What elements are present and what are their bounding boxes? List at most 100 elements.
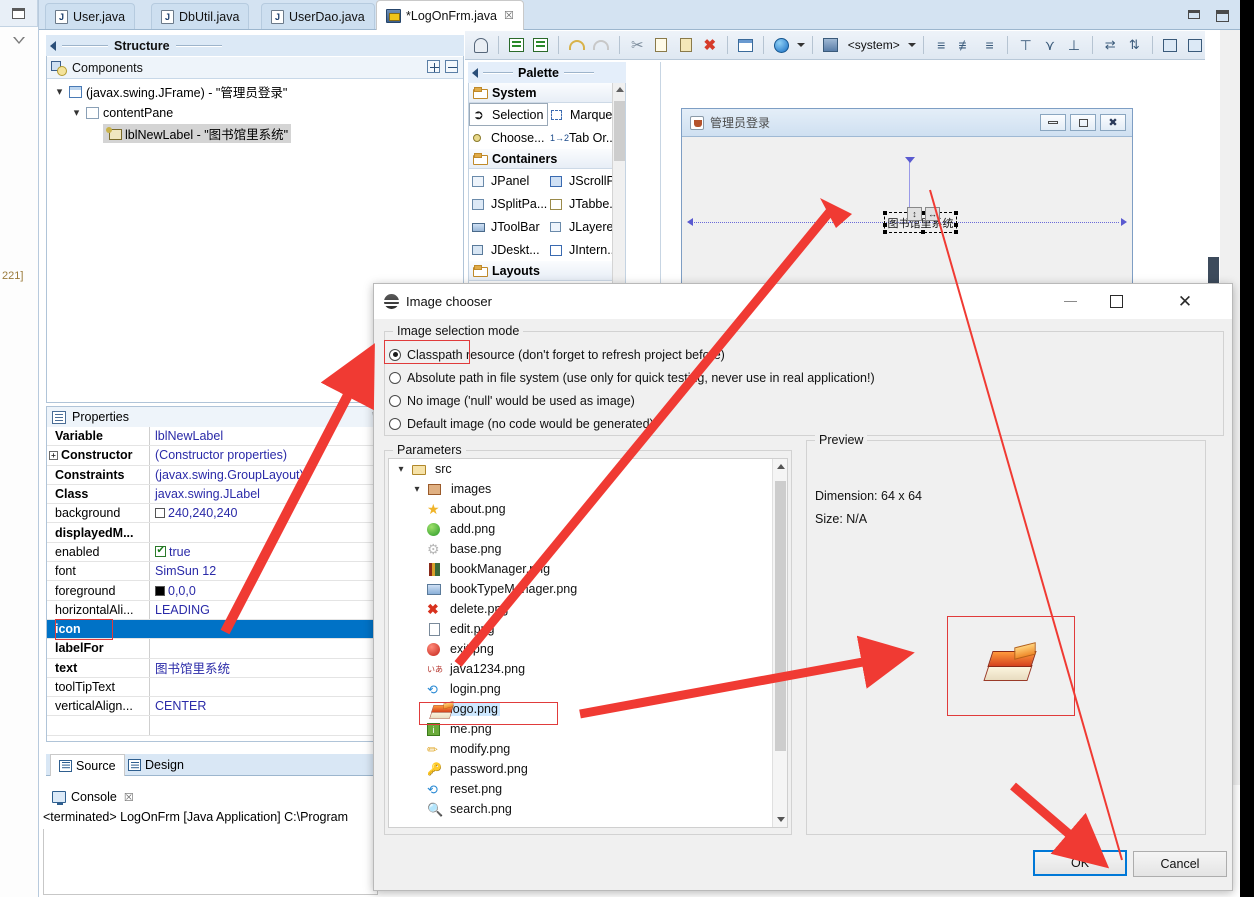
minimize-button[interactable] bbox=[1040, 114, 1066, 131]
copy-button[interactable] bbox=[651, 34, 672, 56]
property-row-labelfor[interactable]: labelFor bbox=[47, 639, 415, 659]
tab-userdao-java[interactable]: J UserDao.java bbox=[261, 3, 375, 30]
property-row-tooltiptext[interactable]: toolTipText bbox=[47, 677, 415, 698]
tree-item-login-png[interactable]: ⟲ login.png bbox=[389, 679, 787, 699]
editor-minimize-icon[interactable] bbox=[1188, 10, 1202, 22]
scroll-up-icon[interactable] bbox=[616, 87, 624, 92]
palette-item-jpanel[interactable]: JPanel bbox=[469, 169, 547, 192]
content-pane-preview[interactable]: 图书馆里系统 ↕ ↔ bbox=[682, 137, 1132, 287]
property-row-verticalalignment[interactable]: verticalAlign... CENTER bbox=[47, 697, 415, 717]
canvas-vertical-scrollbar[interactable] bbox=[1207, 62, 1220, 287]
tree-item-modify-png[interactable]: ✏ modify.png bbox=[389, 739, 787, 759]
redo-button[interactable] bbox=[591, 34, 612, 56]
property-row-foreground[interactable]: foreground 0,0,0 bbox=[47, 581, 415, 601]
tree-item-delete-png[interactable]: ✖ delete.png bbox=[389, 599, 787, 619]
tab-dbutil-java[interactable]: J DbUtil.java bbox=[151, 3, 250, 30]
tree-item-password-png[interactable]: 🔑 password.png bbox=[389, 759, 787, 779]
resize-vertical-hint-icon[interactable]: ↕ bbox=[907, 207, 922, 221]
tab-logonfrm-java[interactable]: *LogOnFrm.java ☒ bbox=[376, 0, 524, 30]
tree-item-search-png[interactable]: 🔍 search.png bbox=[389, 799, 787, 819]
replicate-horizontal-button[interactable] bbox=[1160, 34, 1181, 56]
ok-button[interactable]: OK bbox=[1033, 850, 1127, 876]
property-row-constructor[interactable]: + Constructor (Constructor properties) bbox=[47, 446, 415, 466]
image-file-tree[interactable]: ▾ src ▾ images ★ about.png add.png ⚙ bas… bbox=[388, 458, 788, 828]
property-row-font[interactable]: font SimSun 12 bbox=[47, 562, 415, 582]
refresh-button[interactable] bbox=[530, 34, 551, 56]
tree-item-reset-png[interactable]: ⟲ reset.png bbox=[389, 779, 787, 799]
tab-user-java[interactable]: J User.java bbox=[45, 3, 136, 30]
scrollbar-thumb[interactable] bbox=[1208, 257, 1219, 283]
align-bottom-button[interactable]: ⊥ bbox=[1063, 34, 1084, 56]
tree-item-java1234-png[interactable]: いあ java1234.png bbox=[389, 659, 787, 679]
radio-off-icon[interactable] bbox=[389, 394, 401, 407]
radio-absolute-path[interactable]: Absolute path in file system (use only f… bbox=[389, 366, 1219, 389]
rail-view-tab[interactable] bbox=[0, 0, 38, 27]
resize-horizontal-hint-icon[interactable]: ↔ bbox=[925, 207, 940, 221]
chevron-down-icon[interactable]: ▾ bbox=[395, 464, 407, 475]
tree-item-lblnewlabel[interactable]: lblNewLabel - "图书馆里系统" bbox=[50, 123, 460, 144]
tree-item-src[interactable]: ▾ src bbox=[389, 459, 787, 479]
align-middle-button[interactable]: ⋎ bbox=[1039, 34, 1060, 56]
tree-item-images[interactable]: ▾ images bbox=[389, 479, 787, 499]
collapse-left-icon[interactable] bbox=[50, 40, 56, 51]
align-right-button[interactable]: ≡ bbox=[979, 34, 1000, 56]
scroll-down-icon[interactable] bbox=[776, 817, 785, 822]
palette-item-jdesktoppane[interactable]: JDeskt... bbox=[469, 238, 547, 261]
align-left-button[interactable]: ≡ bbox=[931, 34, 952, 56]
close-icon[interactable]: ☒ bbox=[504, 9, 514, 22]
radio-default-image[interactable]: Default image (no code would be generate… bbox=[389, 412, 1219, 435]
paste-button[interactable] bbox=[675, 34, 696, 56]
properties-button[interactable] bbox=[735, 34, 756, 56]
tab-source[interactable]: Source bbox=[50, 754, 125, 776]
tree-item-exit-png[interactable]: exit.png bbox=[389, 639, 787, 659]
property-row-constraints[interactable]: Constraints (javax.swing.GroupLayout) bbox=[47, 465, 415, 485]
lookandfeel-button[interactable] bbox=[820, 34, 841, 56]
scrollbar-thumb[interactable] bbox=[614, 101, 625, 161]
scroll-up-icon[interactable] bbox=[776, 464, 785, 469]
collapse-left-icon[interactable] bbox=[472, 67, 478, 78]
property-value[interactable]: 240,240,240 bbox=[168, 506, 238, 520]
tree-item-jframe[interactable]: (javax.swing.JFrame) - "管理员登录" bbox=[50, 81, 460, 102]
radio-classpath-resource[interactable]: Classpath resource (don't forget to refr… bbox=[389, 343, 1219, 366]
rail-expand-caret-icon[interactable] bbox=[13, 37, 25, 44]
close-button[interactable]: ✖ bbox=[1100, 114, 1126, 131]
expand-all-button[interactable] bbox=[427, 60, 440, 73]
dialog-close-button[interactable]: ✕ bbox=[1162, 284, 1208, 319]
property-row-variable[interactable]: Variable lblNewLabel bbox=[47, 427, 415, 447]
property-row-displayedmnemonic[interactable]: displayedM... bbox=[47, 523, 415, 543]
radio-off-icon[interactable] bbox=[389, 417, 401, 430]
tab-design[interactable]: Design bbox=[120, 754, 192, 776]
palette-item-jsplitpane[interactable]: JSplitPa... bbox=[469, 192, 547, 215]
open-source-button[interactable] bbox=[506, 34, 527, 56]
tree-item-contentpane[interactable]: contentPane bbox=[50, 102, 460, 123]
palette-category-containers[interactable]: Containers bbox=[469, 149, 625, 169]
property-row-enabled[interactable]: enabled true bbox=[47, 542, 415, 563]
tree-item-base-png[interactable]: ⚙ base.png bbox=[389, 539, 787, 559]
tree-item-add-png[interactable]: add.png bbox=[389, 519, 787, 539]
tree-vertical-scrollbar[interactable] bbox=[772, 459, 787, 827]
radio-no-image[interactable]: No image ('null' would be used as image) bbox=[389, 389, 1219, 412]
palette-category-layouts[interactable]: Layouts bbox=[469, 261, 625, 281]
editor-maximize-icon[interactable] bbox=[1216, 10, 1230, 22]
tab-console[interactable]: Console ☒ bbox=[46, 786, 140, 808]
checkbox-checked-icon[interactable] bbox=[155, 545, 166, 558]
locale-dropdown-caret-icon[interactable] bbox=[796, 43, 805, 47]
property-row-class[interactable]: Class javax.swing.JLabel bbox=[47, 484, 415, 505]
cut-button[interactable]: ✂ bbox=[627, 34, 648, 56]
align-top-button[interactable]: ⊤ bbox=[1015, 34, 1036, 56]
property-value[interactable]: 0,0,0 bbox=[168, 584, 196, 598]
match-width-button[interactable]: ⇄ bbox=[1100, 34, 1121, 56]
property-row-horizontalalignment[interactable]: horizontalAli... LEADING bbox=[47, 600, 415, 620]
palette-item-selection[interactable]: ➲ Selection bbox=[469, 103, 548, 126]
palette-item-choose-component[interactable]: Choose... bbox=[469, 126, 547, 149]
dialog-maximize-button[interactable] bbox=[1093, 284, 1139, 319]
undo-button[interactable] bbox=[566, 34, 587, 56]
collapse-all-button[interactable] bbox=[445, 60, 458, 73]
locale-button[interactable] bbox=[771, 34, 792, 56]
tree-item-edit-png[interactable]: edit.png bbox=[389, 619, 787, 639]
maximize-button[interactable] bbox=[1070, 114, 1096, 131]
lookandfeel-dropdown-caret-icon[interactable] bbox=[907, 43, 916, 47]
expand-icon[interactable]: + bbox=[49, 450, 58, 460]
delete-button[interactable]: ✖ bbox=[699, 34, 720, 56]
chevron-down-icon[interactable] bbox=[54, 85, 65, 98]
